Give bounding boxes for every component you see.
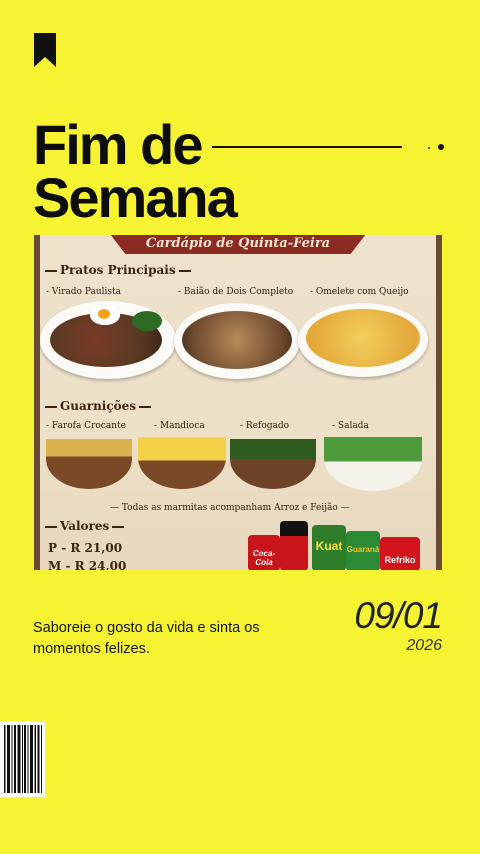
menu-banner: Cardápio de Quinta-Feira <box>110 235 366 254</box>
plate-baiao <box>174 303 300 379</box>
price-line: M - R 24,00 <box>48 559 127 570</box>
date-day-month: 09/01 <box>354 595 443 636</box>
date-year: 2026 <box>406 637 442 654</box>
section-heading: Guarnições <box>60 399 137 413</box>
menu-item: - Baião de Dois Completo <box>178 287 294 297</box>
section-guarnicoes: Guarnições <box>42 399 154 413</box>
decorative-dot <box>438 144 444 150</box>
title-line-2: Semana <box>33 166 238 229</box>
title-line-1: Fim de <box>33 113 203 176</box>
menu-image[interactable]: Cardápio de Quinta-Feira Pratos Principa… <box>34 235 442 570</box>
plate-virado <box>40 301 176 379</box>
section-pratos-principais: Pratos Principais <box>42 263 194 277</box>
menu-item: - Omelete com Queijo <box>310 287 409 297</box>
menu-note: — Todas as marmitas acompanham Arroz e F… <box>110 503 350 513</box>
section-valores: Valores <box>42 519 127 533</box>
bookmark-icon[interactable] <box>34 33 56 67</box>
bowl-refogado <box>230 439 316 489</box>
menu-item: - Mandioca <box>154 421 205 431</box>
drink-can-kuat: Kuat <box>312 525 346 570</box>
section-heading: Valores <box>60 519 110 533</box>
menu-item: - Salada <box>332 421 369 431</box>
page-title: Fim de Semana <box>33 113 238 229</box>
barcode-icon <box>0 721 45 797</box>
drink-bottle-coca <box>280 521 308 570</box>
drink-can-refriko: Refriko <box>380 537 420 570</box>
tagline-text: Saboreie o gosto da vida e sinta os mome… <box>33 619 260 657</box>
decorative-dot-small <box>428 147 430 149</box>
section-heading: Pratos Principais <box>60 263 176 277</box>
bowl-farofa <box>46 439 132 489</box>
price-line: P - R 21,00 <box>48 541 123 555</box>
menu-item: - Virado Paulista <box>46 287 122 297</box>
plate-omelete <box>298 303 428 377</box>
decorative-line <box>212 146 402 148</box>
menu-item: - Farofa Crocante <box>46 421 126 431</box>
bowl-salada <box>324 437 422 491</box>
menu-item: - Refogado <box>240 421 290 431</box>
drink-can-coca: Coca-Cola <box>248 535 280 570</box>
bowl-mandioca <box>138 437 226 489</box>
drink-can-guarana: Guaraná <box>346 531 380 570</box>
